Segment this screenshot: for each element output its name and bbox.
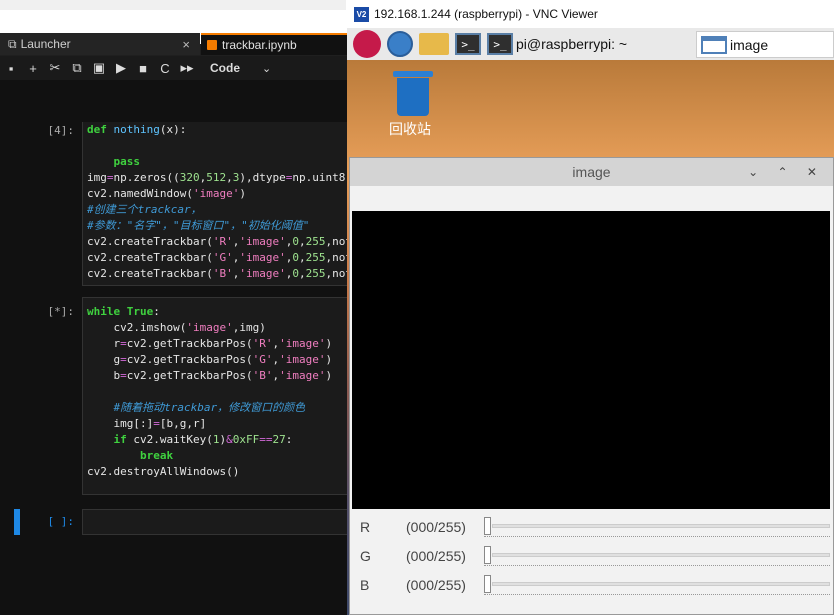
empty-code-cell[interactable] — [82, 509, 352, 535]
launcher-icon: ⧉ — [8, 36, 17, 51]
chevron-down-icon[interactable]: ⌄ — [262, 62, 271, 75]
tab-launcher[interactable]: ⧉ Launcher × — [0, 33, 200, 55]
copy-icon[interactable]: ⧉ — [66, 60, 88, 76]
window-icon — [701, 35, 727, 54]
taskbar-image-label: image — [730, 36, 769, 53]
cut-icon[interactable]: ✂ — [44, 60, 66, 76]
cell-prompt: [4]: — [47, 124, 75, 137]
terminal-button[interactable]: >_ — [455, 31, 481, 57]
slider-thumb[interactable] — [484, 575, 491, 593]
trash-icon[interactable] — [393, 71, 433, 117]
tab-launcher-label: Launcher — [20, 37, 71, 51]
folder-icon — [419, 33, 449, 55]
image-window-title: image — [572, 164, 611, 180]
taskbar-terminal-task[interactable]: >_ pi@raspberrypi: ~ — [487, 31, 627, 57]
raspberry-icon — [353, 30, 381, 58]
image-window-titlebar[interactable]: image ⌄ ⌃ ✕ — [350, 158, 833, 186]
trash-label: 回收站 — [389, 121, 431, 137]
code-block: def nothing(x): pass img=np.zeros((320,5… — [87, 123, 385, 280]
code-cell[interactable]: while True: cv2.imshow('image',img) r=cv… — [82, 297, 352, 495]
trackbar-r: R (000/255) — [360, 513, 830, 541]
trackbar-slider[interactable] — [484, 517, 830, 537]
trackbar-value: (000/255) — [406, 577, 466, 593]
restart-icon[interactable]: C — [154, 61, 176, 76]
file-manager-button[interactable] — [419, 31, 449, 57]
code-block: while True: cv2.imshow('image',img) r=cv… — [87, 305, 333, 478]
trackbar-b: B (000/255) — [360, 571, 830, 599]
slider-thumb[interactable] — [484, 517, 491, 535]
trackbar-value: (000/255) — [406, 519, 466, 535]
window-title: 192.168.1.244 (raspberrypi) - VNC Viewer — [374, 7, 598, 21]
slider-thumb[interactable] — [484, 546, 491, 564]
close-icon[interactable]: × — [182, 37, 190, 52]
stop-icon[interactable]: ■ — [132, 61, 154, 76]
add-cell-icon[interactable]: + — [22, 61, 44, 76]
tab-notebook-label: trackbar.ipynb — [222, 38, 297, 52]
terminal-icon: >_ — [455, 33, 481, 55]
trackbar-label: R — [360, 519, 371, 535]
taskbar-terminal-label: pi@raspberrypi: ~ — [516, 36, 628, 52]
vnc-logo: V2 — [354, 6, 369, 22]
taskbar-image-task[interactable]: image — [696, 31, 834, 58]
trackbar-label: G — [360, 548, 371, 564]
trackbar-g: G (000/255) — [360, 542, 830, 570]
window-controls[interactable]: ⌄ ⌃ ✕ — [748, 158, 825, 186]
cell-type-select[interactable]: Code — [210, 61, 240, 75]
vnc-title-bar: V2 192.168.1.244 (raspberrypi) - VNC Vie… — [347, 0, 834, 28]
notebook-toolbar: ▪ + ✂ ⧉ ▣ ▶ ■ C ▸▸ Code ⌄ — [0, 56, 347, 80]
image-canvas — [352, 211, 830, 509]
image-window: image ⌄ ⌃ ✕ R (000/255) G (000/255) B (0… — [349, 157, 834, 615]
trackbar-label: B — [360, 577, 370, 593]
trackbar-value: (000/255) — [406, 548, 466, 564]
globe-icon — [387, 31, 413, 57]
menu-button[interactable] — [353, 30, 381, 58]
terminal-icon: >_ — [487, 33, 513, 55]
run-icon[interactable]: ▶ — [110, 60, 132, 76]
trackbar-slider[interactable] — [484, 575, 830, 595]
browser-button[interactable] — [387, 31, 413, 57]
paste-icon[interactable]: ▣ — [88, 60, 110, 76]
cell-prompt: [ ]: — [47, 515, 75, 528]
save-icon[interactable]: ▪ — [0, 61, 22, 76]
top-strip — [0, 0, 346, 10]
notebook-icon — [207, 40, 217, 50]
run-all-icon[interactable]: ▸▸ — [176, 60, 198, 76]
cell-prompt: [*]: — [47, 305, 75, 318]
code-cell[interactable]: def nothing(x): pass img=np.zeros((320,5… — [82, 122, 385, 286]
tab-trackbar-notebook[interactable]: trackbar.ipynb — [201, 33, 347, 55]
trackbar-slider[interactable] — [484, 546, 830, 566]
